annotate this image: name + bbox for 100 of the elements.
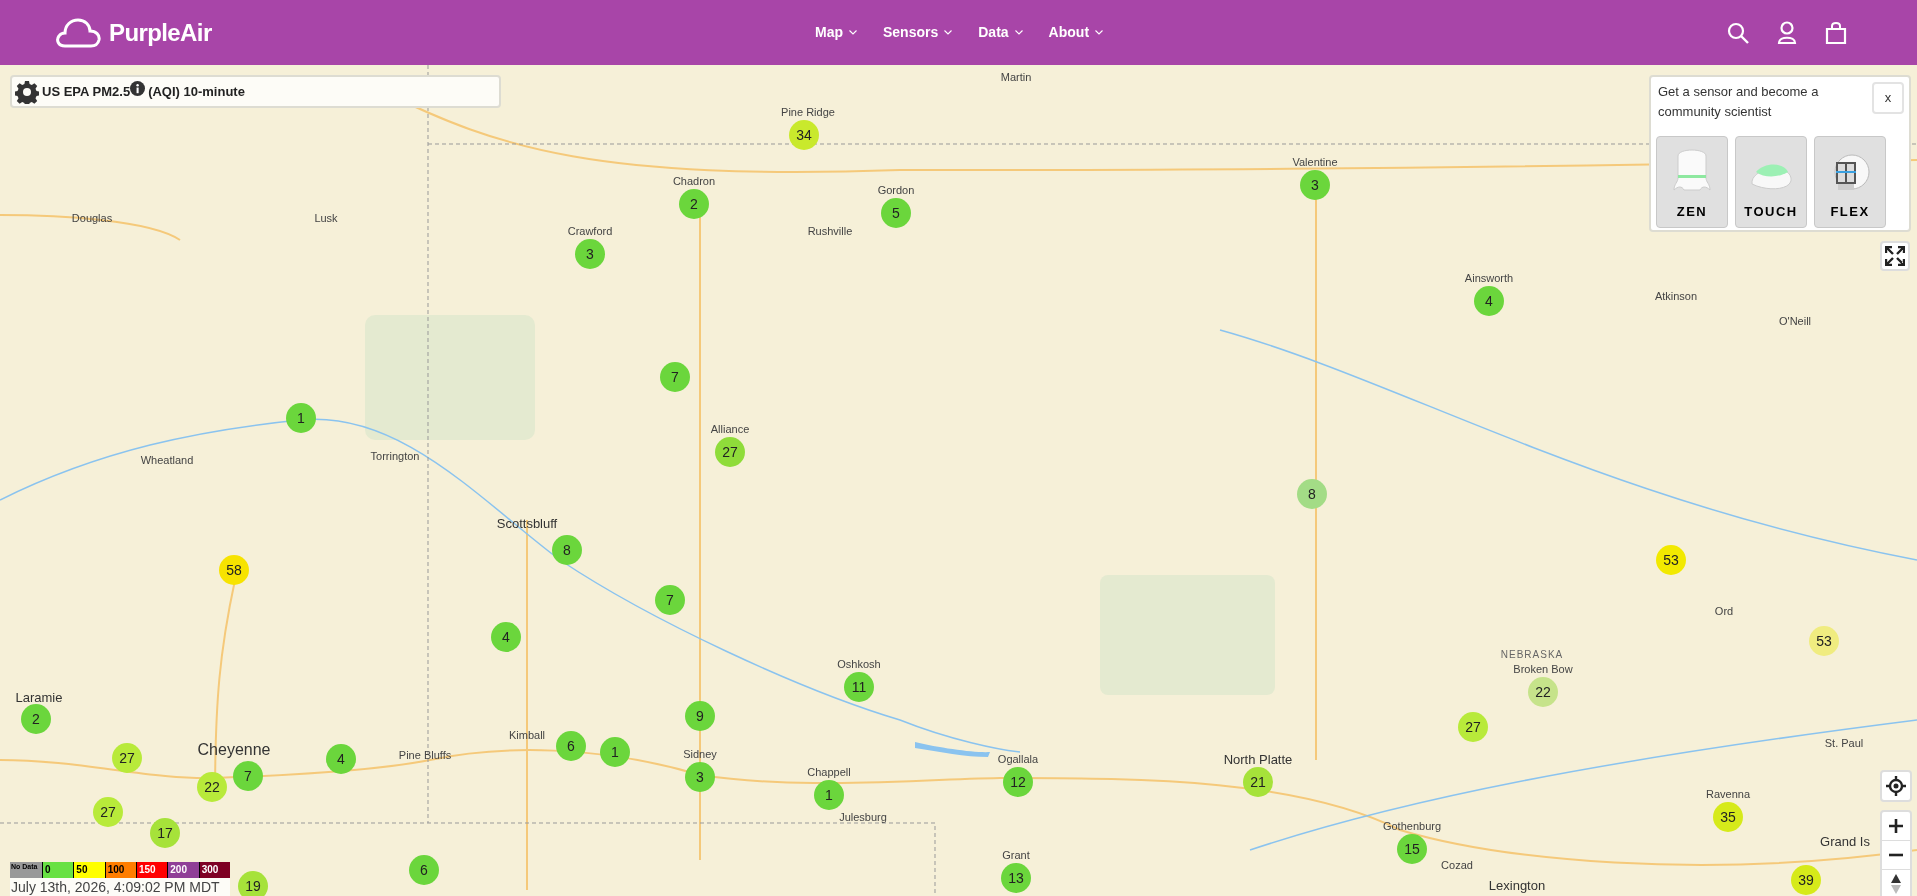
sensor-marker[interactable]: 22 — [1528, 677, 1558, 707]
place-label: Ainsworth — [1464, 273, 1514, 284]
sensor-marker[interactable]: 3 — [1300, 170, 1330, 200]
sensor-marker[interactable]: 6 — [409, 855, 439, 885]
place-label: Scottsbluff — [496, 517, 558, 530]
chevron-down-icon — [1014, 30, 1023, 35]
place-label: Gordon — [877, 185, 915, 196]
place-label: Kimball — [508, 730, 546, 741]
sensor-marker[interactable]: 35 — [1713, 802, 1743, 832]
compass-icon — [1891, 874, 1901, 894]
sensor-marker[interactable]: 12 — [1003, 767, 1033, 797]
brand-logo-text[interactable]: PurpleAir — [109, 14, 212, 51]
sensor-marker[interactable]: 8 — [1297, 479, 1327, 509]
plus-icon — [1889, 819, 1903, 833]
sensor-marker[interactable]: 8 — [552, 535, 582, 565]
locate-icon — [1886, 776, 1906, 796]
sensor-marker[interactable]: 3 — [685, 762, 715, 792]
place-label: Ravenna — [1706, 789, 1750, 800]
place-label: O'Neill — [1778, 316, 1812, 327]
place-label: Pine Ridge — [781, 107, 835, 118]
sensor-product-drawing — [1672, 147, 1712, 194]
layer-selector-label[interactable]: US EPA PM2.5 — [42, 81, 131, 102]
sensor-product-tile[interactable]: ZEN — [1656, 136, 1728, 228]
legend-scale-step: 100 — [104, 862, 136, 878]
sensor-marker[interactable]: 21 — [1243, 767, 1273, 797]
sensor-marker[interactable]: 4 — [1474, 286, 1504, 316]
shopping-bag-icon[interactable] — [1825, 20, 1847, 45]
sensor-product-tile[interactable]: TOUCH — [1735, 136, 1807, 228]
place-label: Sidney — [683, 749, 717, 760]
place-label: Rushville — [807, 226, 853, 237]
place-label: St. Paul — [1824, 738, 1864, 749]
sensor-marker[interactable]: 15 — [1397, 834, 1427, 864]
sensor-marker[interactable]: 2 — [679, 189, 709, 219]
sensor-marker[interactable]: 3 — [575, 239, 605, 269]
sensor-marker[interactable]: 27 — [1458, 712, 1488, 742]
search-icon[interactable] — [1727, 21, 1749, 44]
fullscreen-icon — [1885, 246, 1905, 266]
sensor-marker[interactable]: 5 — [881, 198, 911, 228]
locate-button[interactable] — [1880, 770, 1912, 802]
place-label: Cheyenne — [197, 742, 271, 758]
sensor-marker[interactable]: 58 — [219, 555, 249, 585]
sensor-marker[interactable]: 6 — [556, 731, 586, 761]
chevron-down-icon — [849, 30, 857, 35]
place-label: Wheatland — [140, 455, 194, 466]
place-label: Valentine — [1292, 157, 1338, 168]
sensor-marker[interactable]: 7 — [655, 585, 685, 615]
info-icon[interactable] — [130, 81, 146, 96]
place-label: NEBRASKA — [1500, 650, 1564, 660]
sensor-marker[interactable]: 53 — [1809, 626, 1839, 656]
chevron-down-icon — [1095, 30, 1104, 35]
sensor-marker[interactable]: 7 — [660, 362, 690, 392]
sensor-marker[interactable]: 1 — [814, 780, 844, 810]
place-label: Oshkosh — [837, 659, 881, 670]
place-label: Gothenburg — [1382, 821, 1442, 832]
nav-menu-link[interactable]: Map — [815, 22, 857, 43]
sensor-marker[interactable]: 19 — [238, 871, 268, 896]
sensor-marker[interactable]: 27 — [112, 743, 142, 773]
timestamp: July 13th, 2026, 4:09:02 PM MDT — [10, 878, 221, 896]
fullscreen-button[interactable] — [1880, 241, 1910, 271]
sensor-marker[interactable]: 22 — [197, 772, 227, 802]
sensor-marker[interactable]: 11 — [844, 672, 874, 702]
layer-averaging-label: (AQI) 10-minute — [148, 82, 245, 101]
sensor-marker[interactable]: 39 — [1791, 865, 1821, 895]
sensor-marker[interactable]: 1 — [600, 737, 630, 767]
place-label: Alliance — [710, 424, 750, 435]
place-label: Chadron — [672, 176, 716, 187]
nav-menu-link[interactable]: Sensors — [883, 22, 953, 43]
place-label: Grand Is — [1820, 835, 1870, 848]
sensor-product-tile[interactable]: FLEX — [1814, 136, 1886, 228]
user-icon[interactable] — [1777, 20, 1797, 45]
nav-menu-link[interactable]: About — [1048, 22, 1104, 43]
sensor-marker[interactable]: 34 — [789, 120, 819, 150]
place-label: Crawford — [567, 226, 613, 237]
sensor-marker[interactable]: 4 — [491, 622, 521, 652]
place-label: Lexington — [1488, 879, 1546, 892]
sensor-marker[interactable]: 17 — [150, 818, 180, 848]
promo-text: Get a sensor and become a community scientist — [1657, 83, 1820, 121]
sensor-marker[interactable]: 27 — [715, 437, 745, 467]
sensor-marker[interactable]: 2 — [21, 704, 51, 734]
sensor-marker[interactable]: 9 — [685, 701, 715, 731]
close-button[interactable]: x — [1872, 82, 1904, 114]
sensor-marker[interactable]: 7 — [233, 761, 263, 791]
place-label: Atkinson — [1654, 291, 1698, 302]
place-label: Martin — [1000, 72, 1032, 83]
cloud-logo-icon — [55, 17, 101, 48]
place-label: Lusk — [314, 213, 338, 224]
sensor-marker[interactable]: 4 — [326, 744, 356, 774]
sensor-marker[interactable]: 13 — [1001, 863, 1031, 893]
legend-scale-step: 50 — [73, 862, 105, 878]
place-label: Grant — [1002, 850, 1030, 861]
legend-scale-step: 200 — [167, 862, 199, 878]
place-label: Torrington — [370, 451, 420, 462]
sensor-marker[interactable]: 1 — [286, 403, 316, 433]
place-label: Laramie — [15, 691, 63, 704]
sensor-marker[interactable]: 27 — [93, 797, 123, 827]
sensor-marker[interactable]: 53 — [1656, 545, 1686, 575]
legend-scale-step: 150 — [136, 862, 168, 878]
nav-menu-link[interactable]: Data — [978, 22, 1023, 43]
settings-icon[interactable] — [15, 79, 39, 104]
place-label: Ord — [1714, 606, 1734, 617]
